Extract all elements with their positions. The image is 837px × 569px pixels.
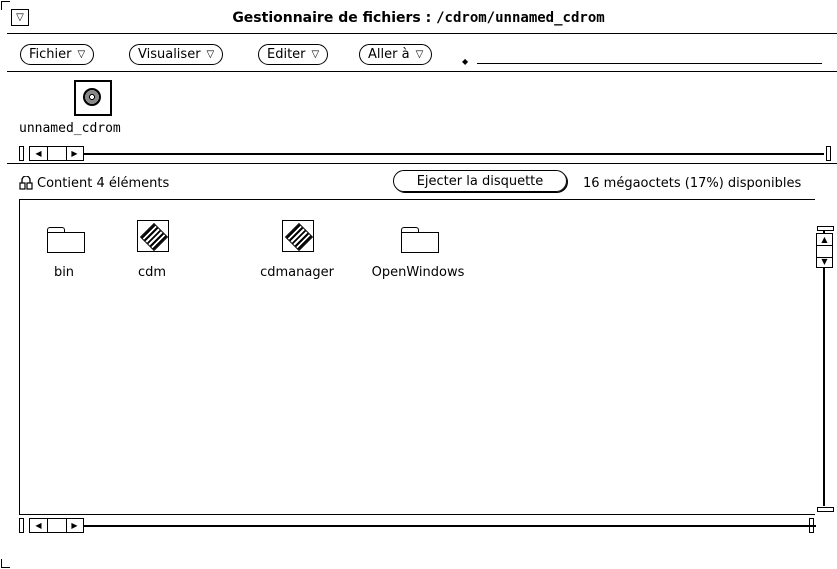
scrollbar-end-cap[interactable] [826, 146, 831, 161]
menu-fichier-button[interactable]: Fichier ▽ [20, 44, 95, 65]
scrollbar-end-cap[interactable] [809, 518, 814, 533]
lock-icon [19, 175, 33, 194]
menu-visualiser-button[interactable]: Visualiser ▽ [129, 44, 224, 65]
scroll-up-icon[interactable]: ▲ [817, 234, 832, 245]
file-label-bin[interactable]: bin [54, 265, 74, 280]
scroll-down-icon[interactable]: ▼ [817, 256, 832, 267]
vertical-scrollbar-elevator[interactable]: ▲ ▼ [816, 233, 833, 268]
scroll-left-icon[interactable]: ◀ [30, 147, 47, 160]
menu-aller-a-button[interactable]: Aller à ▽ [359, 44, 433, 65]
item-count-text: Contient 4 éléments [37, 176, 170, 191]
chevron-down-icon: ▽ [206, 49, 215, 60]
folder-icon[interactable] [401, 227, 439, 253]
application-icon[interactable] [137, 220, 169, 252]
path-pane-divider [7, 163, 837, 164]
file-label-cdm[interactable]: cdm [138, 265, 166, 280]
chevron-down-icon: ▽ [311, 49, 320, 60]
vertical-scrollbar-top-cap[interactable] [817, 226, 834, 231]
cdrom-label[interactable]: unnamed_cdrom [19, 121, 121, 136]
file-label-openwindows[interactable]: OpenWindows [372, 265, 465, 280]
eject-button[interactable]: Ejecter la disquette [393, 170, 567, 192]
path-caret-icon: ◆ [462, 57, 469, 66]
horizontal-scrollbar-elevator[interactable]: ◀ ▶ [29, 518, 84, 533]
path-input[interactable] [477, 63, 822, 64]
menu-editer-button[interactable]: Editer ▽ [258, 44, 329, 65]
chevron-down-icon: ▽ [77, 49, 86, 60]
window-title: Gestionnaire de fichiers : /cdrom/unname… [232, 10, 605, 26]
menubar-divider [7, 71, 837, 72]
disc-icon [83, 88, 101, 106]
window-corner-bottom-left[interactable] [1, 559, 10, 568]
available-space-text: 16 mégaoctets (17%) disponibles [583, 176, 802, 191]
scroll-drag-area[interactable] [47, 519, 67, 532]
horizontal-scrollbar-elevator[interactable]: ◀ ▶ [29, 146, 84, 161]
file-label-cdmanager[interactable]: cdmanager [260, 265, 334, 280]
title-divider [7, 33, 837, 34]
scrollbar-start-cap[interactable] [19, 518, 24, 533]
scroll-left-icon[interactable]: ◀ [30, 519, 47, 532]
scroll-right-icon[interactable]: ▶ [66, 147, 83, 160]
folder-icon[interactable] [47, 227, 85, 253]
cdrom-icon[interactable] [74, 80, 112, 116]
vertical-scrollbar-track[interactable] [823, 231, 825, 506]
chevron-down-icon: ▽ [415, 49, 424, 60]
scroll-drag-area[interactable] [47, 147, 67, 160]
horizontal-scrollbar-track[interactable] [84, 525, 816, 527]
scrollbar-start-cap[interactable] [19, 146, 24, 161]
window-corner-top-left[interactable] [1, 1, 10, 10]
horizontal-scrollbar-track[interactable] [84, 153, 824, 155]
vertical-scrollbar-bottom-cap[interactable] [817, 507, 834, 512]
file-pane[interactable]: bin cdm cdmanager OpenWindows [19, 199, 815, 515]
scroll-right-icon[interactable]: ▶ [66, 519, 83, 532]
application-icon[interactable] [282, 220, 314, 252]
